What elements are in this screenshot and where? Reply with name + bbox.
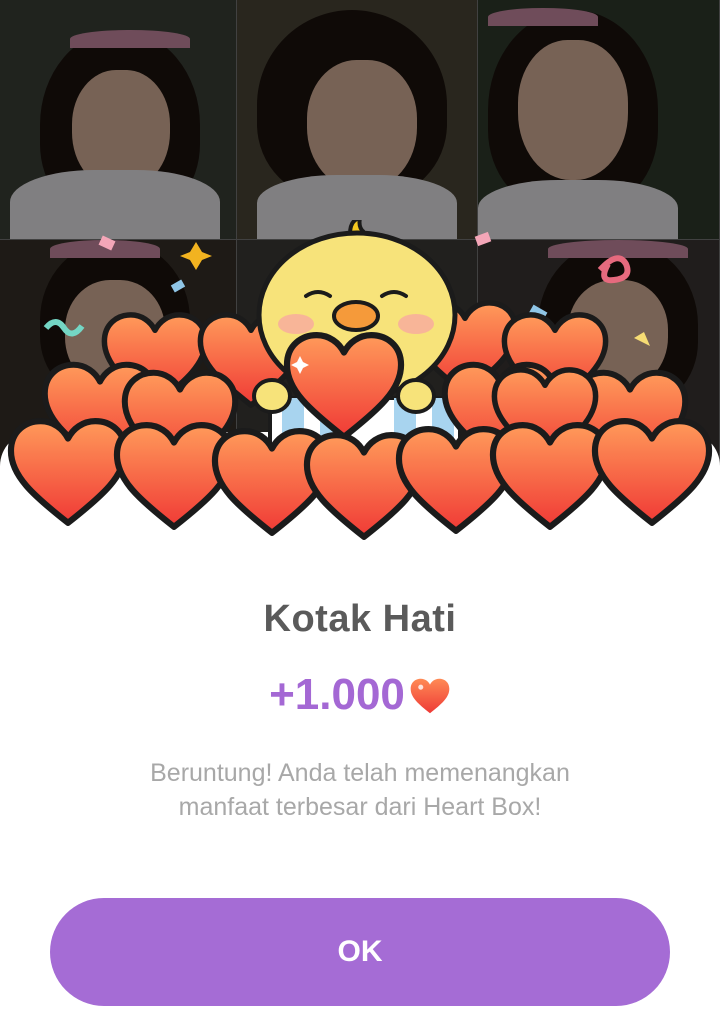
background-photo	[237, 0, 478, 240]
reward-amount-row: +1.000	[0, 670, 720, 720]
background-photo	[0, 0, 237, 240]
ok-button[interactable]: OK	[50, 898, 670, 1006]
heart-box-illustration	[0, 220, 720, 560]
reward-amount: +1.000	[269, 670, 405, 719]
background-photo	[478, 0, 720, 240]
dialog-description: Beruntung! Anda telah memenangkan manfaa…	[150, 759, 570, 821]
ok-button-label: OK	[337, 935, 383, 968]
heart-icon	[410, 678, 450, 714]
dialog-title: Kotak Hati	[263, 598, 457, 640]
